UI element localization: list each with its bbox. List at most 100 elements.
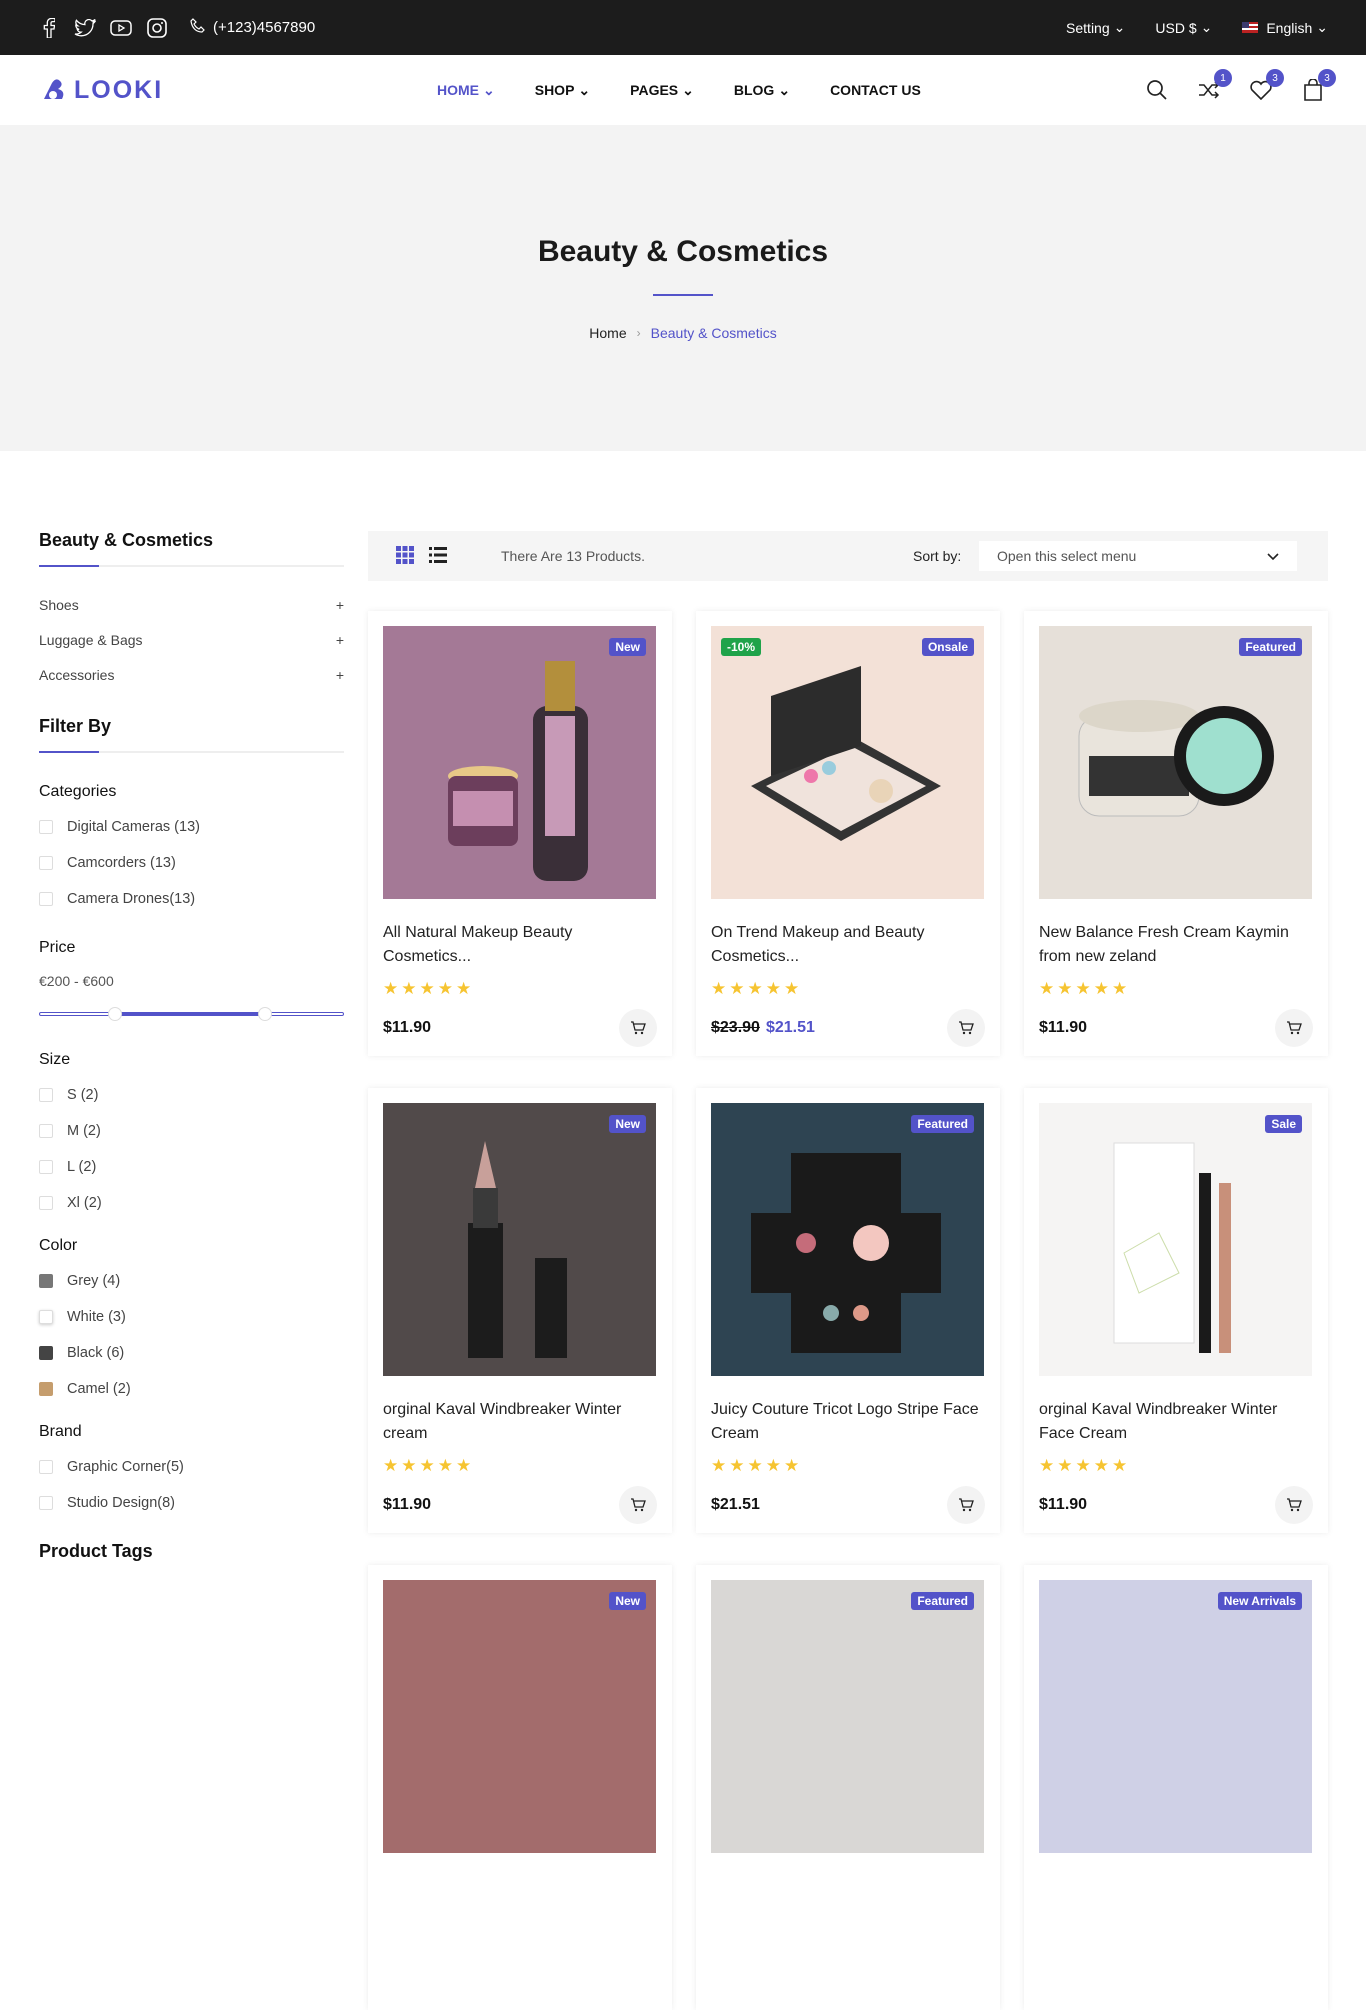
plus-icon[interactable]: + — [336, 597, 344, 613]
product-card[interactable]: Sale orginal Kaval Windbreaker Winter Fa… — [1024, 1088, 1328, 1533]
add-to-cart-button[interactable] — [1275, 1009, 1313, 1047]
search-icon — [1147, 80, 1167, 100]
add-to-cart-button[interactable] — [947, 1486, 985, 1524]
old-price: $23.90 — [711, 1019, 760, 1036]
checkbox[interactable] — [39, 1160, 53, 1174]
filter-camera-drones[interactable]: Camera Drones(13) — [39, 881, 344, 917]
product-title[interactable]: orginal Kaval Windbreaker Winter Face Cr… — [1039, 1398, 1313, 1446]
checkbox[interactable] — [39, 1124, 53, 1138]
phone-contact[interactable]: (+123)4567890 — [190, 17, 315, 38]
nav-pages[interactable]: PAGES ⌄ — [630, 82, 694, 99]
category-item-accessories[interactable]: Accessories + — [39, 657, 344, 692]
color-swatch[interactable] — [39, 1310, 53, 1324]
product-title[interactable]: orginal Kaval Windbreaker Winter cream — [383, 1398, 657, 1446]
currency-dropdown[interactable]: USD $ ⌄ — [1155, 19, 1212, 36]
add-to-cart-button[interactable] — [619, 1009, 657, 1047]
checkbox[interactable] — [39, 1496, 53, 1510]
nav-blog[interactable]: BLOG ⌄ — [734, 82, 790, 99]
facebook-icon[interactable] — [38, 17, 60, 39]
nav-home[interactable]: HOME ⌄ — [437, 82, 495, 99]
add-to-cart-button[interactable] — [947, 1009, 985, 1047]
product-card[interactable]: New orginal Kaval Windbreaker Winter cre… — [368, 1088, 672, 1533]
slider-max-handle[interactable] — [258, 1007, 272, 1021]
product-title[interactable]: Juicy Couture Tricot Logo Stripe Face Cr… — [711, 1398, 985, 1446]
product-title[interactable]: All Natural Makeup Beauty Cosmetics... — [383, 921, 657, 969]
product-title[interactable]: New Balance Fresh Cream Kaymin from new … — [1039, 921, 1313, 969]
grid-view-icon[interactable] — [396, 545, 414, 567]
color-swatch[interactable] — [39, 1346, 53, 1360]
rating-stars: ★★★★★ — [383, 979, 475, 998]
filter-label: Camcorders (13) — [67, 855, 176, 871]
category-item-luggage[interactable]: Luggage & Bags + — [39, 622, 344, 657]
product-card[interactable]: Featured — [696, 1565, 1000, 2010]
color-swatch[interactable] — [39, 1382, 53, 1396]
product-image[interactable]: New — [383, 626, 656, 899]
product-card[interactable]: Featured New Balance Fresh Cream Kaymin … — [1024, 611, 1328, 1056]
size-m[interactable]: M (2) — [39, 1113, 344, 1149]
breadcrumb-home[interactable]: Home — [589, 325, 626, 341]
compare-button[interactable]: 1 — [1196, 69, 1232, 103]
brand-graphic-corner[interactable]: Graphic Corner(5) — [39, 1449, 344, 1485]
cart-button[interactable]: 3 — [1300, 69, 1336, 103]
category-item-shoes[interactable]: Shoes + — [39, 587, 344, 622]
color-grey[interactable]: Grey (4) — [39, 1263, 344, 1299]
brand-studio-design[interactable]: Studio Design(8) — [39, 1485, 344, 1521]
size-s[interactable]: S (2) — [39, 1077, 344, 1113]
plus-icon[interactable]: + — [336, 632, 344, 648]
price-slider[interactable] — [39, 1007, 344, 1021]
filter-label: Digital Cameras (13) — [67, 819, 200, 835]
checkbox[interactable] — [39, 1460, 53, 1474]
size-option-label: L (2) — [67, 1159, 97, 1175]
product-card[interactable]: Featured Juicy Couture Tricot Logo Strip… — [696, 1088, 1000, 1533]
checkbox[interactable] — [39, 1088, 53, 1102]
product-image[interactable]: Featured — [1039, 626, 1312, 899]
twitter-icon[interactable] — [74, 17, 96, 39]
wishlist-button[interactable]: 3 — [1248, 69, 1284, 103]
size-xl[interactable]: Xl (2) — [39, 1185, 344, 1221]
plus-icon[interactable]: + — [336, 667, 344, 683]
product-image[interactable]: New Arrivals — [1039, 1580, 1312, 1853]
search-button[interactable] — [1144, 77, 1170, 103]
product-card[interactable]: New — [368, 1565, 672, 2010]
checkbox[interactable] — [39, 892, 53, 906]
checkbox[interactable] — [39, 1196, 53, 1210]
filter-digital-cameras[interactable]: Digital Cameras (13) — [39, 809, 344, 845]
filter-camcorders[interactable]: Camcorders (13) — [39, 845, 344, 881]
size-l[interactable]: L (2) — [39, 1149, 344, 1185]
add-to-cart-button[interactable] — [1275, 1486, 1313, 1524]
product-image[interactable]: Featured — [711, 1580, 984, 1853]
product-card[interactable]: New Arrivals — [1024, 1565, 1328, 2010]
language-dropdown[interactable]: English ⌄ — [1242, 19, 1328, 36]
nav-label: PAGES — [630, 82, 679, 98]
section-divider — [39, 751, 344, 753]
slider-min-handle[interactable] — [108, 1007, 122, 1021]
nav-shop[interactable]: SHOP ⌄ — [535, 82, 590, 99]
product-card[interactable]: New All Natural Makeup Beauty Cosmetics.… — [368, 611, 672, 1056]
product-image[interactable]: Featured — [711, 1103, 984, 1376]
color-camel[interactable]: Camel (2) — [39, 1371, 344, 1407]
cart-icon — [1287, 1021, 1302, 1035]
nav-contact[interactable]: CONTACT US — [830, 82, 921, 98]
checkbox[interactable] — [39, 820, 53, 834]
product-card[interactable]: -10% Onsale On Trend Makeup and Beauty Co… — [696, 611, 1000, 1056]
add-to-cart-button[interactable] — [619, 1486, 657, 1524]
checkbox[interactable] — [39, 856, 53, 870]
instagram-icon[interactable] — [146, 17, 168, 39]
color-white[interactable]: White (3) — [39, 1299, 344, 1335]
color-option-label: Grey (4) — [67, 1273, 121, 1289]
nav-label: HOME — [437, 82, 479, 98]
product-price: $21.51 — [711, 1496, 760, 1513]
sort-select[interactable]: Open this select menu — [979, 541, 1297, 571]
list-view-icon[interactable] — [429, 546, 447, 566]
category-label: Shoes — [39, 596, 79, 613]
youtube-icon[interactable] — [110, 17, 132, 39]
color-black[interactable]: Black (6) — [39, 1335, 344, 1371]
color-swatch[interactable] — [39, 1274, 53, 1288]
product-title[interactable]: On Trend Makeup and Beauty Cosmetics... — [711, 921, 985, 969]
product-image[interactable]: New — [383, 1580, 656, 1853]
logo[interactable]: LOOKI — [40, 75, 163, 105]
product-image[interactable]: -10% Onsale — [711, 626, 984, 899]
setting-dropdown[interactable]: Setting ⌄ — [1066, 19, 1125, 36]
product-image[interactable]: New — [383, 1103, 656, 1376]
product-image[interactable]: Sale — [1039, 1103, 1312, 1376]
